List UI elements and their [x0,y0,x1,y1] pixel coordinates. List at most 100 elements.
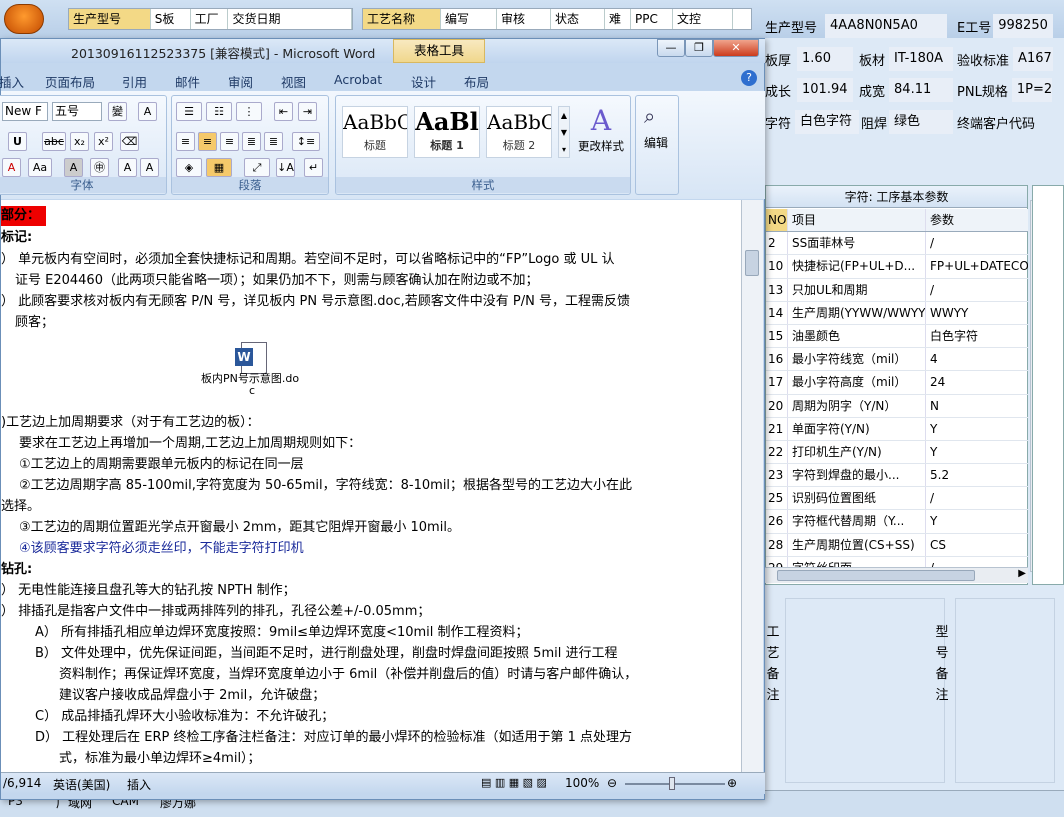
char-border-icon[interactable]: A [138,102,157,121]
params-hscrollbar[interactable]: ▶ [765,567,1028,583]
grow-font-icon[interactable]: A [118,158,137,177]
param-row[interactable]: 21 单面字符(Y/N) Y [766,417,1028,441]
view-mode-icons[interactable]: ▤ ▥ ▦ ▧ ▨ [481,776,547,789]
tab-layout[interactable]: 布局 [464,72,489,91]
grid-col[interactable]: 难 [605,9,631,29]
zoom-out-icon[interactable]: ⊖ [607,776,617,790]
hscroll-thumb[interactable] [777,570,975,581]
styles-scroll-icon[interactable]: ▲ ▼ ▾ [558,106,570,158]
sort-icon[interactable]: ↓A [276,158,295,177]
tab-mailings[interactable]: 邮件 [175,72,200,91]
zoom-slider-thumb[interactable] [669,777,675,790]
zoom-in-icon[interactable]: ⊕ [727,776,737,790]
scroll-right-icon[interactable]: ▶ [1018,568,1026,579]
grid-col[interactable]: 审核 [497,9,551,29]
param-row[interactable]: 14 生产周期(YYWW/WWYY) WWYY [766,301,1028,325]
style-title[interactable]: AaBbC 标题 [342,106,408,158]
superscript-icon[interactable]: x² [94,132,113,151]
param-row[interactable]: 10快捷标记(FP+UL+D... FP+UL+DATECODE [766,255,1028,279]
process-remark-box[interactable] [785,598,945,783]
e-no-field[interactable]: 998250 [993,14,1054,38]
find-icon[interactable]: ⌕ [644,104,655,128]
help-icon[interactable]: ? [741,70,757,86]
strikethrough-icon[interactable]: abc [42,132,66,151]
param-row[interactable]: 15 油墨颜色 白色字符 [766,324,1028,349]
param-row[interactable]: 16 最小字符线宽（mil） 4 [766,348,1028,372]
length-field[interactable]: 101.94 [797,78,854,102]
char-shading-icon[interactable]: A [64,158,83,177]
status-page[interactable]: /6,914 [3,776,41,790]
grid-col[interactable]: 状态 [551,9,605,29]
model-remark-box[interactable] [955,598,1055,783]
param-row[interactable]: 25 识别码位置图纸 / [766,487,1028,511]
style-heading-1[interactable]: AaBl 标题 1 [414,106,480,158]
grid-col[interactable]: S板 [151,9,191,29]
param-row[interactable]: 17 最小字符高度（mil） 24 [766,371,1028,395]
grid-col[interactable]: 文控 [673,9,733,29]
tab-view[interactable]: 视图 [281,72,306,91]
numbering-icon[interactable]: ☷ [206,102,232,121]
grid-col[interactable]: 工厂 [191,9,229,29]
col-no-header[interactable]: NO [766,209,788,232]
char-field[interactable]: 白色字符 [795,110,860,134]
word-doc-icon[interactable]: W [235,342,267,374]
minimize-icon[interactable]: — [657,39,685,57]
maximize-icon[interactable]: ❐ [685,39,713,57]
grid-col[interactable]: PPC [631,9,673,29]
increase-indent-icon[interactable]: ⇥ [298,102,317,121]
grid-col[interactable]: 交货日期 [228,9,352,29]
tab-design[interactable]: 设计 [411,72,436,91]
table-tools-tab[interactable]: 表格工具 [393,39,485,63]
char-scaling-icon[interactable]: ⤢ [244,158,270,177]
doc-scroll-thumb[interactable] [745,250,759,276]
change-styles-button[interactable]: A 更改样式 [574,104,628,174]
grid-col[interactable]: 工艺名称 [363,9,441,29]
param-row[interactable]: 20 周期为阴字（Y/N） N [766,394,1028,418]
tab-insert[interactable]: 插入 [0,72,24,91]
line-spacing-icon[interactable]: ↕≡ [292,132,320,151]
font-color-icon[interactable]: A [2,158,21,177]
multilevel-list-icon[interactable]: ⋮ [236,102,262,121]
justify-icon[interactable]: ≣ [242,132,261,151]
tab-page-layout[interactable]: 页面布局 [45,72,95,91]
bullets-icon[interactable]: ☰ [176,102,202,121]
underline-icon[interactable]: U [8,132,27,151]
param-row[interactable]: 13 只加UL和周期 / [766,278,1028,302]
embed-filename[interactable]: c [249,384,255,398]
tab-acrobat[interactable]: Acrobat [334,72,382,87]
status-language[interactable]: 英语(美国) [53,776,110,793]
param-row[interactable]: 26 字符框代替周期（Y... Y [766,510,1028,534]
param-row[interactable]: 2 SS面菲林号 / [766,232,1028,256]
col-val-header[interactable]: 参数 [926,209,1028,231]
pnl-field[interactable]: 1P=2 [1011,78,1052,102]
document-page[interactable]: 部分： 标记: ） 单元板内有空间时，必须加全套快捷标记和周期。若空间不足时，可… [1,200,741,772]
font-size-combo[interactable]: 五号 [52,102,102,121]
show-marks-icon[interactable]: ↵ [304,158,323,177]
tab-references[interactable]: 引用 [122,72,147,91]
mask-field[interactable]: 绿色 [889,110,954,134]
font-name-combo[interactable]: New F [2,102,48,121]
align-center-icon[interactable]: ≡ [198,132,217,151]
acceptance-field[interactable]: A167 [1013,47,1054,71]
close-icon[interactable]: ✕ [713,39,759,57]
param-row[interactable]: 22 打印机生产(Y/N) Y [766,440,1028,465]
zoom-level[interactable]: 100% [565,776,599,790]
tab-review[interactable]: 审阅 [228,72,253,91]
style-heading-2[interactable]: AaBbC 标题 2 [486,106,552,158]
param-row[interactable]: 28 生产周期位置(CS+SS) CS [766,533,1028,557]
align-left-icon[interactable]: ≡ [176,132,195,151]
subscript-icon[interactable]: x₂ [70,132,89,151]
word-titlebar[interactable]: 20130916112523375 [兼容模式] - Microsoft Wor… [1,39,765,63]
change-case-icon[interactable]: Aa [28,158,52,177]
material-field[interactable]: IT-180A [889,47,954,71]
shading-icon[interactable]: ◈ [176,158,202,177]
grid-col[interactable]: 生产型号 [69,9,151,29]
prod-model-field[interactable]: 4AA8N0N5A0 [825,14,948,38]
align-right-icon[interactable]: ≡ [220,132,239,151]
borders-icon[interactable]: ▦ [206,158,232,177]
status-insert-mode[interactable]: 插入 [127,776,151,793]
decrease-indent-icon[interactable]: ⇤ [274,102,293,121]
param-row[interactable]: 23 字符到焊盘的最小... 5.2 [766,464,1028,488]
editing-label[interactable]: 编辑 [644,134,668,151]
app-orb-icon[interactable] [4,4,44,34]
